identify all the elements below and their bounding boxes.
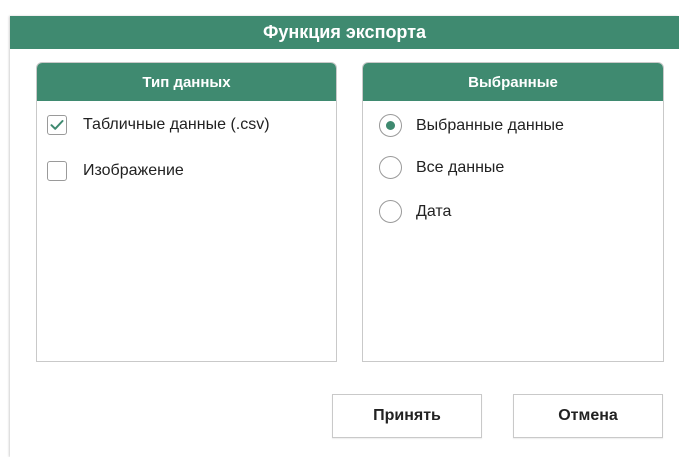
image-option[interactable]: Изображение — [47, 161, 184, 181]
date-option[interactable]: Дата — [379, 200, 451, 223]
cancel-button[interactable]: Отмена — [513, 394, 663, 438]
selected-data-option[interactable]: Выбранные данные — [379, 114, 564, 137]
csv-option[interactable]: Табличные данные (.csv) — [47, 115, 270, 135]
all-data-option[interactable]: Все данные — [379, 156, 504, 179]
image-checkbox[interactable] — [47, 161, 67, 181]
csv-option-label: Табличные данные (.csv) — [83, 116, 270, 133]
radio-selected-dot-icon — [386, 121, 395, 130]
accept-button[interactable]: Принять — [332, 394, 482, 438]
checkmark-icon — [50, 120, 64, 130]
selected-data-label: Выбранные данные — [416, 116, 564, 134]
image-option-label: Изображение — [83, 162, 184, 179]
all-data-radio[interactable] — [379, 156, 402, 179]
all-data-label: Все данные — [416, 158, 505, 176]
dialog-title: Функция экспорта — [10, 16, 679, 49]
selection-panel-header: Выбранные — [363, 63, 663, 101]
date-label: Дата — [416, 202, 452, 220]
page: Функция экспорта Тип данных Табличные да… — [0, 0, 679, 457]
csv-checkbox[interactable] — [47, 115, 67, 135]
selection-panel: Выбранные Выбранные данные Все данные Да… — [362, 62, 664, 362]
date-radio[interactable] — [379, 200, 402, 223]
data-type-panel: Тип данных Табличные данные (.csv) Изобр… — [36, 62, 337, 362]
selected-data-radio[interactable] — [379, 114, 402, 137]
data-type-panel-header: Тип данных — [37, 63, 336, 101]
export-dialog: Функция экспорта Тип данных Табличные да… — [10, 16, 679, 457]
